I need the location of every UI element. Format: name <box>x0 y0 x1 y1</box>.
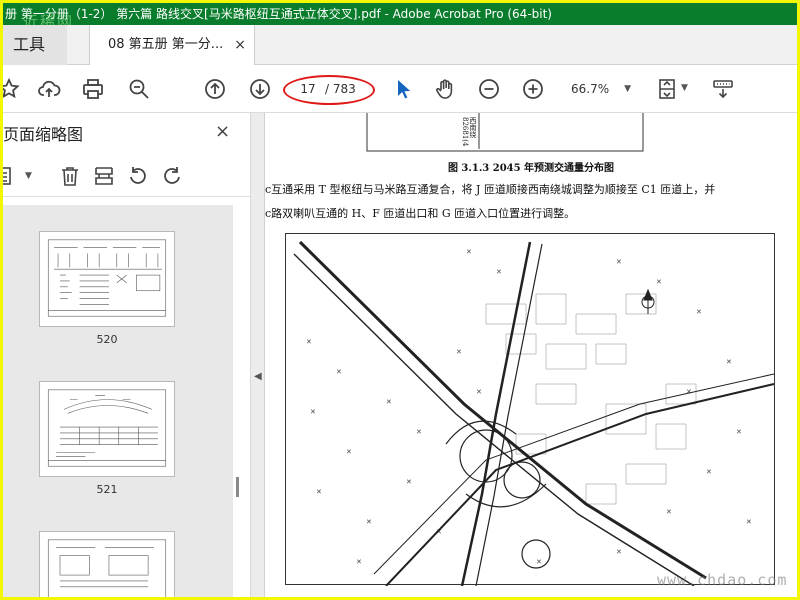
fit-page-chevron-icon[interactable]: ▼ <box>681 83 688 93</box>
svg-text:✕: ✕ <box>466 248 472 256</box>
svg-text:✕: ✕ <box>616 548 622 556</box>
rotate-cw-icon[interactable] <box>161 165 183 187</box>
svg-text:✕: ✕ <box>736 428 742 436</box>
hand-icon[interactable] <box>433 77 457 101</box>
svg-text:✕: ✕ <box>316 488 322 496</box>
svg-text:✕: ✕ <box>496 268 502 276</box>
svg-text:✕: ✕ <box>336 368 342 376</box>
thumbnail-list: 520 521 <box>3 205 233 597</box>
svg-text:✕: ✕ <box>536 558 542 566</box>
panel-collapse-strip[interactable]: ◀ <box>251 113 265 597</box>
svg-text:✕: ✕ <box>696 308 702 316</box>
svg-text:✕: ✕ <box>356 558 362 566</box>
list-chevron-icon[interactable]: ▼ <box>25 171 32 181</box>
tab-document-label: 08 第五册 第一分... <box>108 37 224 52</box>
svg-text:✕: ✕ <box>726 358 732 366</box>
tab-bar: 工具 08 第五册 第一分... × <box>3 25 797 66</box>
title-bar: 册 第一分册（1-2） 第六篇 路线交叉[马米路枢纽互通式立体交叉].pdf -… <box>3 3 797 25</box>
list-icon[interactable] <box>3 165 19 187</box>
panel-close-icon[interactable]: × <box>215 121 230 142</box>
thumbnail-page-522[interactable] <box>39 531 175 597</box>
thumbnail-page-520[interactable] <box>39 231 175 327</box>
main-toolbar: / 783 66.7% ▼ ▼ <box>3 65 797 113</box>
zoom-value: 66.7% <box>571 82 610 96</box>
svg-text:✕: ✕ <box>306 338 312 346</box>
cloud-upload-icon[interactable] <box>37 77 61 101</box>
star-icon[interactable] <box>3 77 21 101</box>
tab-close-icon[interactable]: × <box>234 25 246 65</box>
thumbnail-page-521[interactable] <box>39 381 175 477</box>
arrow-up-icon[interactable] <box>203 77 227 101</box>
svg-text:✕: ✕ <box>666 508 672 516</box>
app-window: 册 第一分册（1-2） 第六篇 路线交叉[马米路枢纽互通式立体交叉].pdf -… <box>3 3 797 597</box>
print-icon[interactable] <box>81 77 105 101</box>
rotate-ccw-icon[interactable] <box>127 165 149 187</box>
figure-caption: 图 3.1.3 2045 年预测交通量分布图 <box>447 163 615 174</box>
svg-text:✕: ✕ <box>310 408 316 416</box>
document-view[interactable]: 西南绕 82681(4 图 3.1.3 2045 年预测交通量分布图 c互通采用… <box>265 113 797 597</box>
svg-text:✕: ✕ <box>406 478 412 486</box>
zoom-select[interactable]: 66.7% ▼ <box>563 78 635 100</box>
zoom-in-icon[interactable] <box>521 77 545 101</box>
svg-text:✕: ✕ <box>346 448 352 456</box>
thumbnail-scrollbar[interactable] <box>235 205 241 597</box>
zoom-out-icon[interactable] <box>477 77 501 101</box>
svg-text:✕: ✕ <box>366 518 372 526</box>
keyboard-icon[interactable] <box>711 77 735 101</box>
figure-fragment-label: 西南绕 82681(4 <box>461 117 477 147</box>
thumbnail-label: 520 <box>96 333 118 346</box>
svg-text:✕: ✕ <box>386 398 392 406</box>
previous-figure-fragment <box>366 113 644 152</box>
svg-text:✕: ✕ <box>616 258 622 266</box>
svg-text:✕: ✕ <box>656 278 662 286</box>
svg-text:✕: ✕ <box>706 468 712 476</box>
scrollbar-thumb[interactable] <box>236 477 239 497</box>
select-arrow-icon[interactable] <box>391 77 415 101</box>
site-watermark: www.chdao.com <box>657 571 788 589</box>
thumbnail-panel: 页面缩略图 × ▼ 520 521 <box>3 113 251 597</box>
body-paragraph-line-1: c互通采用 T 型枢纽与马米路互通复合，将 J 匝道顺接西南绕城调整为顺接至 C… <box>265 183 716 196</box>
window-title: 册 第一分册（1-2） 第六篇 路线交叉[马米路枢纽互通式立体交叉].pdf -… <box>5 7 552 21</box>
highlight-oval <box>283 75 375 105</box>
cut-icon[interactable] <box>93 165 115 187</box>
tab-document[interactable]: 08 第五册 第一分... × <box>89 25 255 66</box>
arrow-down-icon[interactable] <box>248 77 272 101</box>
chevron-down-icon: ▼ <box>624 84 631 94</box>
tab-tools[interactable]: 工具 <box>3 25 67 65</box>
fit-page-icon[interactable] <box>655 77 679 101</box>
svg-text:✕: ✕ <box>416 428 422 436</box>
panel-title: 页面缩略图 <box>3 125 84 144</box>
svg-text:✕: ✕ <box>476 388 482 396</box>
svg-text:✕: ✕ <box>456 348 462 356</box>
collapse-arrow-icon[interactable]: ◀ <box>254 371 262 382</box>
svg-text:✕: ✕ <box>746 518 752 526</box>
svg-text:✕: ✕ <box>686 388 692 396</box>
panel-toolbar: ▼ <box>3 157 251 197</box>
interchange-map-figure: ✕ ✕ ✕ ✕ ✕ ✕ ✕ ✕ ✕ ✕ ✕ ✕ ✕ ✕ ✕ ✕ ✕ ✕ ✕ ✕ ✕ ✕ ✕ ✕ ✕ ✕ <box>285 233 775 587</box>
body-paragraph-line-2: c路双喇叭互通的 H、F 匝道出口和 G 匝道入口位置进行调整。 <box>265 207 576 220</box>
thumbnail-label: 521 <box>96 483 118 496</box>
zoom-search-icon[interactable] <box>127 77 151 101</box>
trash-icon[interactable] <box>59 165 81 187</box>
